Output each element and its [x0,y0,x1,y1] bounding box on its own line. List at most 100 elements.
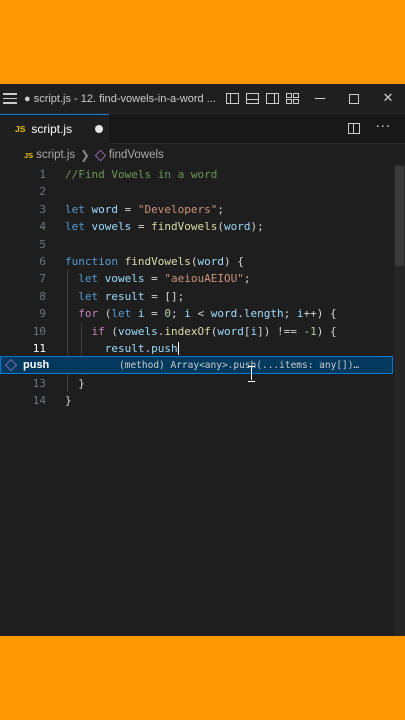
code-token: "aeiouAEIOU" [164,272,244,286]
code-token: word [217,324,244,338]
breadcrumb-file[interactable]: script.js [36,149,75,161]
line-number: 7 [39,272,46,286]
code-token: i [184,307,191,321]
tab-script-js[interactable]: JS script.js [0,113,109,144]
minimap-scrollbar[interactable] [394,164,405,636]
code-line[interactable]: 4 let vowels = findVowels(word); [0,218,405,235]
more-actions-icon[interactable]: ··· [376,121,391,134]
close-window-button[interactable]: ✕ [371,91,405,106]
code-token: push [151,341,178,355]
code-editor[interactable]: 1//Find Vowels in a word 2 3 let word = "De… [0,166,405,409]
code-token: let [65,289,105,303]
code-token: result [104,289,145,303]
code-line[interactable]: 14} [0,392,405,409]
code-token: let [65,272,105,286]
code-token: ( [217,220,224,234]
code-token: let [65,220,92,234]
code-token: vowels [91,220,132,234]
code-token: i [137,307,145,321]
code-token: word [197,254,224,268]
code-token: ++) { [303,307,337,321]
code-line[interactable]: 5 [0,236,405,253]
code-token: //Find Vowels in a word [65,168,218,181]
line-number: 8 [39,289,46,303]
window-title: ● script.js - 12. find-vowels-in-a-word … [24,92,216,105]
split-editor-icon[interactable] [347,123,360,134]
code-token: if [65,324,112,338]
code-token: ; [217,202,224,216]
method-symbol-icon [5,359,17,371]
code-token: = [144,272,165,286]
code-token: indexOf [164,324,211,338]
code-line[interactable]: 3 let word = "Developers"; [0,201,405,218]
line-number: 6 [39,254,46,268]
vscode-window: ● script.js - 12. find-vowels-in-a-word … [0,84,405,636]
line-number: 3 [39,202,46,216]
code-token: findVowels [124,254,191,268]
toggle-secondary-sidebar-icon[interactable] [266,93,279,104]
hamburger-menu-icon[interactable] [0,93,22,104]
code-token: ) { [223,254,244,268]
code-line[interactable]: 10 if (vowels.indexOf(word[i]) !== -1) { [0,323,405,340]
code-text: let vowels = "aeiouAEIOU"; [46,270,250,287]
code-token: ]) !== [257,324,304,338]
suggestion-label: push [23,359,50,371]
tab-label: script.js [31,122,73,136]
code-line[interactable]: 11 result.push [0,340,405,357]
code-token: ) { [316,324,337,338]
line-number: 11 [32,341,46,355]
code-text: result.push [46,340,179,357]
line-number: 13 [32,376,46,390]
code-token: 0 [164,307,171,321]
breadcrumb: JS script.js ❯ findVowels [0,144,405,166]
line-number: 9 [39,307,46,321]
code-token: = [144,307,165,321]
code-line[interactable]: 6 function findVowels(word) { [0,253,405,270]
code-token: let [65,202,92,216]
code-line[interactable]: 7 let vowels = "aeiouAEIOU"; [0,270,405,287]
code-text: let word = "Developers"; [46,201,224,218]
code-text: if (vowels.indexOf(word[i]) !== -1) { [46,323,337,340]
breadcrumb-js-icon: JS [24,150,34,160]
minimize-button[interactable] [303,91,337,106]
line-number: 10 [32,324,46,338]
code-line[interactable]: 9 for (let i = 0; i < word.length; i++) … [0,305,405,322]
unsaved-dot-icon[interactable] [95,125,103,133]
ibeam-cursor-icon [248,366,256,382]
method-symbol-icon [94,149,106,161]
code-token: ; [283,307,297,321]
code-token: i [296,307,304,321]
code-line[interactable]: 8 let result = []; [0,288,405,305]
suggestion-item-push[interactable]: push (method) Array<any>.push(...items: a… [0,356,393,374]
code-token: } [65,394,72,408]
code-token: ( [111,324,118,338]
code-token: word [91,202,119,216]
code-line[interactable]: 1 //Find Vowels in a word [0,166,405,183]
maximize-button[interactable] [337,91,371,106]
code-line[interactable]: 13 } [0,375,405,392]
toggle-panel-icon[interactable] [246,93,259,104]
customize-layout-icon[interactable] [286,93,299,104]
scrollbar-thumb[interactable] [395,166,404,266]
code-text: } [46,375,85,392]
code-token: function [65,254,125,268]
breadcrumb-symbol[interactable]: findVowels [109,149,164,161]
line-number: 14 [32,394,46,408]
toggle-primary-sidebar-icon[interactable] [226,93,239,104]
code-token: vowels [104,272,145,286]
window-controls: ✕ [303,91,405,106]
code-token: findVowels [151,220,218,234]
code-token: for [65,307,105,321]
title-bar: ● script.js - 12. find-vowels-in-a-word … [0,84,405,114]
code-token: . [237,307,244,321]
code-token: result [65,341,145,355]
code-line[interactable]: 2 [0,183,405,200]
code-token: ; [243,272,251,286]
code-token: ; [171,307,185,321]
code-token: vowels [117,324,158,338]
code-token: = [131,220,152,234]
code-token: -1 [303,324,317,338]
editor-actions: ··· [347,121,405,134]
